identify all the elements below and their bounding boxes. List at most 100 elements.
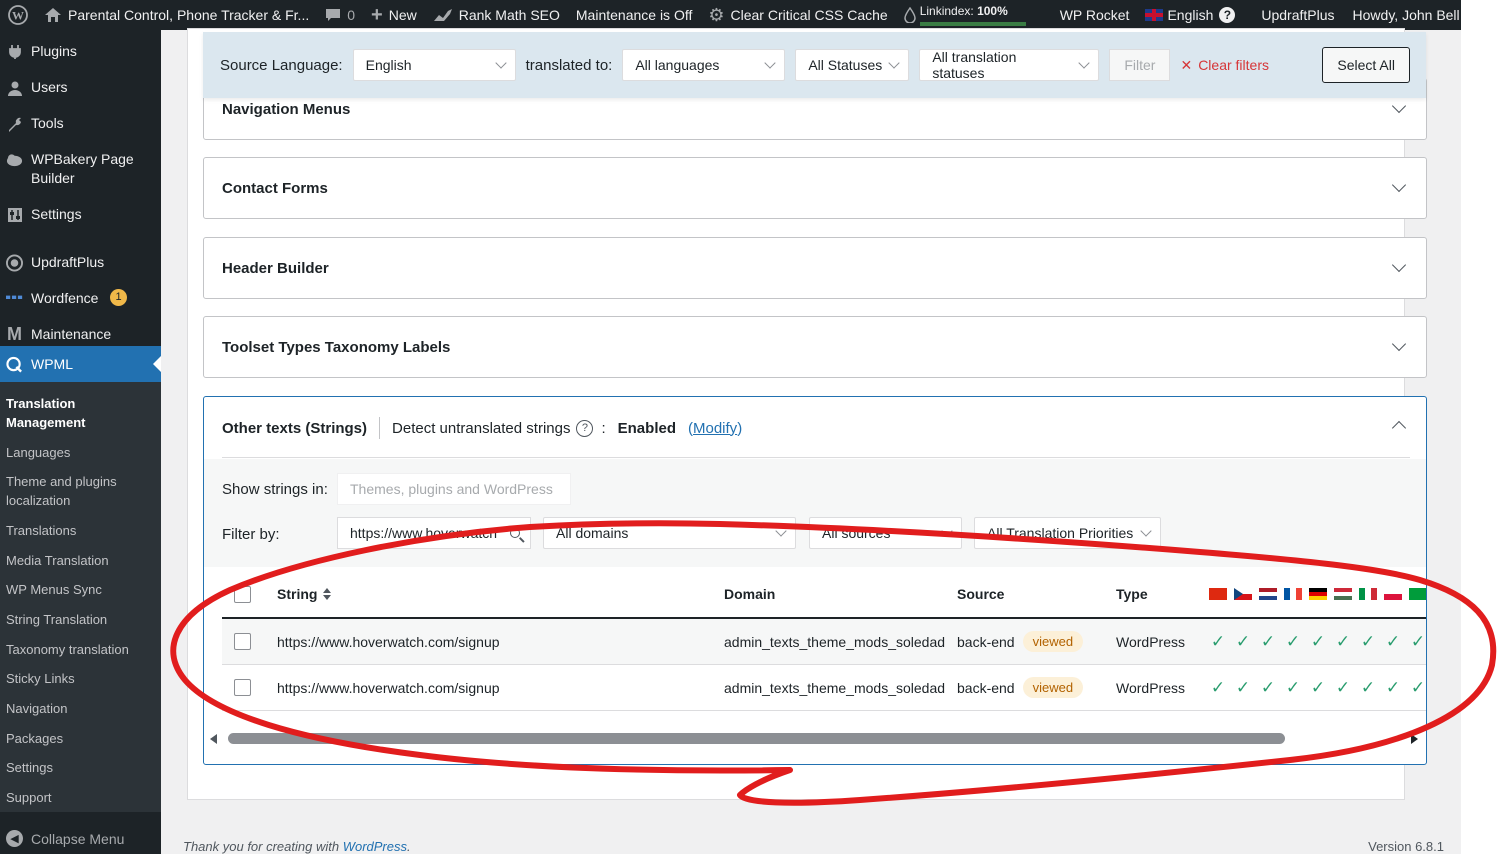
submenu-item-support[interactable]: Support xyxy=(0,788,161,807)
status-badge: viewed xyxy=(1022,631,1084,652)
updraftplus-item[interactable]: UpdraftPlus xyxy=(1253,0,1342,30)
submenu-item-sticky-links[interactable]: Sticky Links xyxy=(0,669,161,688)
strings-section-header[interactable]: Other texts (Strings) Detect untranslate… xyxy=(222,417,742,439)
help-icon[interactable]: ? xyxy=(1219,7,1236,23)
select-all-button[interactable]: Select All xyxy=(1322,47,1410,83)
scroll-right-arrow-icon[interactable] xyxy=(1411,734,1418,744)
column-header-string[interactable]: String xyxy=(277,571,332,617)
sidebar-item-updraftplus[interactable]: UpdraftPlus xyxy=(0,246,161,279)
site-name-item[interactable]: Parental Control, Phone Tracker & Fr... xyxy=(36,0,317,30)
string-cell[interactable]: https://www.hoverwatch.com/signup xyxy=(277,619,500,664)
check-icon[interactable]: ✓ xyxy=(1384,678,1402,698)
chevron-up-icon[interactable] xyxy=(1391,420,1407,436)
source-language-select[interactable]: English xyxy=(352,49,516,81)
chevron-down-icon xyxy=(888,57,900,69)
check-icon[interactable]: ✓ xyxy=(1334,678,1352,698)
plug-icon xyxy=(6,43,23,60)
clear-filters-link[interactable]: ✕ Clear filters xyxy=(1180,57,1269,74)
domain-select[interactable]: All domains xyxy=(543,517,796,549)
new-content-item[interactable]: + New xyxy=(363,0,425,30)
sidebar-item-plugins[interactable]: Plugins xyxy=(0,35,161,68)
string-search-input[interactable]: https://www.hoverwatch xyxy=(337,517,531,549)
check-icon[interactable]: ✓ xyxy=(1259,678,1277,698)
clear-css-cache-item[interactable]: ⚙ Clear Critical CSS Cache xyxy=(700,0,895,30)
show-strings-in-input[interactable]: Themes, plugins and WordPress xyxy=(337,473,571,505)
maintenance-status-item[interactable]: Maintenance is Off xyxy=(568,0,700,30)
check-icon[interactable]: ✓ xyxy=(1334,632,1352,652)
translation-status-select[interactable]: All translation statuses xyxy=(919,49,1100,81)
submenu-item-wp-menus-sync[interactable]: WP Menus Sync xyxy=(0,580,161,599)
admin-bar: W Parental Control, Phone Tracker & Fr..… xyxy=(0,0,1484,30)
linkindex-item[interactable]: Linkindex: 100% xyxy=(896,0,1034,30)
gear-icon: ⚙ xyxy=(708,4,725,25)
table-row[interactable]: https://www.hoverwatch.com/signup admin_… xyxy=(222,665,1426,711)
sidebar-item-wpbakery[interactable]: WPBakery Page Builder xyxy=(0,143,161,195)
check-icon[interactable]: ✓ xyxy=(1284,632,1302,652)
scrollbar-thumb[interactable] xyxy=(228,733,1285,744)
source-select[interactable]: All sources xyxy=(809,517,962,549)
row-checkbox[interactable] xyxy=(234,679,251,696)
submenu-item-theme-plugins-localization[interactable]: Theme and plugins localization xyxy=(0,472,125,510)
sidebar-item-users[interactable]: Users xyxy=(0,71,161,104)
chevron-down-icon[interactable] xyxy=(1391,98,1407,114)
scroll-left-arrow-icon[interactable] xyxy=(210,734,217,744)
submenu-item-settings[interactable]: Settings xyxy=(0,758,161,777)
wp-rocket-item[interactable]: WP Rocket xyxy=(1052,0,1138,30)
sidebar-item-wordfence[interactable]: Wordfence 1 xyxy=(0,282,161,315)
submenu-item-string-translation[interactable]: String Translation xyxy=(0,610,161,629)
check-icon[interactable]: ✓ xyxy=(1209,632,1227,652)
modify-link[interactable]: Modify xyxy=(693,420,737,437)
check-icon[interactable]: ✓ xyxy=(1359,632,1377,652)
check-icon[interactable]: ✓ xyxy=(1234,632,1252,652)
china-flag-icon xyxy=(1209,588,1227,600)
target-language-select[interactable]: All languages xyxy=(622,49,786,81)
select-all-checkbox[interactable] xyxy=(234,585,251,603)
check-icon[interactable]: ✓ xyxy=(1284,678,1302,698)
sidebar-item-settings[interactable]: Settings xyxy=(0,198,161,231)
section-toolset-taxonomy-labels[interactable]: Toolset Types Taxonomy Labels xyxy=(203,316,1427,378)
check-icon[interactable]: ✓ xyxy=(1309,678,1327,698)
chevron-down-icon[interactable] xyxy=(1391,177,1407,193)
footer-thanks-text: Thank you for creating with xyxy=(183,839,340,854)
sidebar-item-tools[interactable]: Tools xyxy=(0,107,161,140)
row-checkbox[interactable] xyxy=(234,633,251,650)
wordpress-logo-item[interactable]: W xyxy=(0,0,36,30)
submenu-item-packages[interactable]: Packages xyxy=(0,729,161,748)
submenu-item-navigation[interactable]: Navigation xyxy=(0,699,161,718)
section-header-builder[interactable]: Header Builder xyxy=(203,237,1427,299)
check-icon[interactable]: ✓ xyxy=(1234,678,1252,698)
svg-text:W: W xyxy=(12,9,24,23)
submenu-item-translations[interactable]: Translations xyxy=(0,521,161,540)
chevron-down-icon[interactable] xyxy=(1391,336,1407,352)
strings-table: String Domain Source Type https://www.ho… xyxy=(222,571,1426,711)
submenu-item-media-translation[interactable]: Media Translation xyxy=(0,551,161,570)
section-contact-forms[interactable]: Contact Forms xyxy=(203,157,1427,219)
submenu-item-translation-management[interactable]: Translation Management xyxy=(0,394,161,432)
check-icon[interactable]: ✓ xyxy=(1259,632,1277,652)
comments-item[interactable]: 0 xyxy=(317,0,363,30)
priority-select[interactable]: All Translation Priorities xyxy=(974,517,1161,549)
check-icon[interactable]: ✓ xyxy=(1309,632,1327,652)
horizontal-scrollbar[interactable] xyxy=(210,731,1418,747)
sidebar-item-wpml[interactable]: WPML xyxy=(0,346,161,382)
submenu-item-languages[interactable]: Languages xyxy=(0,443,161,462)
rank-math-item[interactable]: Rank Math SEO xyxy=(425,0,568,30)
check-icon[interactable]: ✓ xyxy=(1209,678,1227,698)
chevron-down-icon[interactable] xyxy=(1391,257,1407,273)
france-flag-icon xyxy=(1284,588,1302,600)
submenu-item-taxonomy-translation[interactable]: Taxonomy translation xyxy=(0,640,161,659)
status-select[interactable]: All Statuses xyxy=(795,49,910,81)
table-row[interactable]: https://www.hoverwatch.com/signup admin_… xyxy=(222,619,1426,665)
help-icon[interactable]: ? xyxy=(576,419,594,437)
filter-button[interactable]: Filter xyxy=(1109,49,1171,81)
check-icon[interactable]: ✓ xyxy=(1359,678,1377,698)
string-cell[interactable]: https://www.hoverwatch.com/signup xyxy=(277,665,500,710)
sidebar-item-label: Maintenance xyxy=(31,326,112,342)
check-icon[interactable]: ✓ xyxy=(1409,678,1426,698)
check-icon[interactable]: ✓ xyxy=(1409,632,1426,652)
check-icon[interactable]: ✓ xyxy=(1384,632,1402,652)
collapse-menu-button[interactable]: ◀ Collapse Menu xyxy=(0,830,161,847)
language-switcher-item[interactable]: English ? xyxy=(1137,0,1243,30)
wordpress-link[interactable]: WordPress xyxy=(343,839,407,854)
admin-sidebar: Plugins Users Tools WPBakery Page Builde… xyxy=(0,30,161,854)
